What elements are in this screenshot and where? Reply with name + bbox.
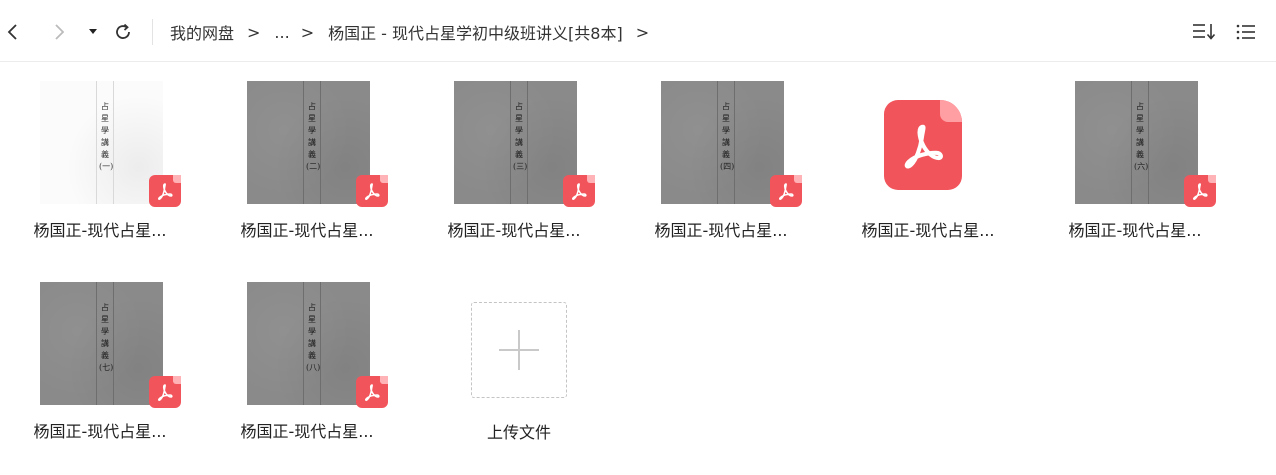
file-item[interactable]: 占星學講義(七) 杨国正-现代占星...: [0, 263, 200, 453]
file-item[interactable]: 占星學講義(四) 杨国正-现代占星...: [621, 62, 821, 252]
pdf-badge: [149, 175, 181, 207]
file-thumb-wrap: 占星學講義(四): [621, 62, 821, 207]
breadcrumb: 我的网盘 > ... > 杨国正 - 现代占星学初中级班讲义[共8本] >: [170, 20, 663, 44]
file-name: 杨国正-现代占星...: [33, 422, 167, 441]
history-dropdown-button[interactable]: [86, 20, 100, 44]
breadcrumb-separator: >: [635, 22, 650, 42]
binding-line: [96, 282, 97, 405]
upload-label: 上传文件: [486, 423, 551, 442]
pdf-badge: [563, 175, 595, 207]
scan-title-text: 占星學講義(七): [99, 303, 114, 372]
binding-line: [1131, 81, 1132, 204]
file-thumbnail: 占星學講義(三): [454, 81, 577, 204]
binding-line: [527, 81, 528, 204]
caret-down-icon: [89, 29, 97, 34]
file-thumb-wrap: 占星學講義(一): [0, 62, 200, 207]
file-thumb-wrap: [828, 62, 1028, 207]
file-item[interactable]: 占星學講義(二) 杨国正-现代占星...: [207, 62, 407, 252]
pdf-icon: [904, 124, 943, 169]
file-thumb-wrap: 占星學講義(七): [0, 263, 200, 408]
file-item[interactable]: 杨国正-现代占星...: [828, 62, 1028, 252]
pdf-badge: [770, 175, 802, 207]
breadcrumb-root[interactable]: 我的网盘: [170, 20, 234, 44]
sort-icon: [1193, 24, 1216, 40]
upload-button[interactable]: [471, 302, 567, 398]
scan-title-text: 占星學講義(一): [99, 102, 114, 171]
file-thumbnail: 占星學講義(八): [247, 282, 370, 405]
pdf-badge: [356, 376, 388, 408]
binding-line: [320, 282, 321, 405]
file-item[interactable]: 占星學講義(六) 杨国正-现代占星...: [1035, 62, 1235, 252]
file-name: 杨国正-现代占星...: [654, 221, 788, 240]
scan-title-text: 占星學講義(八): [306, 303, 321, 372]
scan-title-text: 占星學講義(四): [720, 102, 735, 171]
breadcrumb-ellipsis[interactable]: ...: [274, 23, 289, 42]
binding-line: [113, 282, 114, 405]
list-view-button[interactable]: [1234, 20, 1258, 44]
pdf-file-icon: [884, 100, 962, 190]
file-thumb-wrap: 占星學講義(三): [414, 62, 614, 207]
binding-line: [113, 81, 114, 204]
back-button[interactable]: [4, 20, 22, 44]
refresh-icon: [116, 23, 130, 39]
breadcrumb-separator: >: [247, 22, 261, 42]
binding-line: [1148, 81, 1149, 204]
binding-line: [734, 81, 735, 204]
pdf-icon: [779, 183, 794, 200]
file-thumbnail: 占星學講義(二): [247, 81, 370, 204]
pdf-badge: [1184, 175, 1216, 207]
file-thumb-wrap: 占星學講義(六): [1035, 62, 1235, 207]
file-thumbnail: 占星學講義(一): [40, 81, 163, 204]
breadcrumb-current-folder[interactable]: 杨国正 - 现代占星学初中级班讲义[共8本]: [328, 20, 623, 44]
pdf-icon: [572, 183, 587, 200]
file-item[interactable]: 占星學講義(三) 杨国正-现代占星...: [414, 62, 614, 252]
chevron-right-icon: [55, 24, 65, 40]
refresh-button[interactable]: [112, 20, 134, 44]
file-item[interactable]: 占星學講義(八) 杨国正-现代占星...: [207, 263, 407, 453]
file-name: 杨国正-现代占星...: [447, 221, 581, 240]
toolbar-divider: [152, 19, 153, 45]
file-item[interactable]: 占星學講義(一) 杨国正-现代占星...: [0, 62, 200, 252]
forward-button[interactable]: [50, 20, 68, 44]
toolbar: 我的网盘 > ... > 杨国正 - 现代占星学初中级班讲义[共8本] >: [0, 0, 1276, 62]
pdf-icon: [365, 384, 380, 401]
sort-button[interactable]: [1190, 20, 1218, 44]
plus-icon: [499, 330, 539, 370]
pdf-badge: [149, 376, 181, 408]
pdf-icon: [1193, 183, 1208, 200]
file-name: 杨国正-现代占星...: [240, 422, 374, 441]
file-thumbnail: 占星學講義(六): [1075, 81, 1198, 204]
binding-line: [320, 81, 321, 204]
file-thumb-wrap: 占星學講義(二): [207, 62, 407, 207]
file-name: 杨国正-现代占星...: [240, 221, 374, 240]
scan-title-text: 占星學講義(三): [513, 102, 528, 171]
scan-title-text: 占星學講義(二): [306, 102, 321, 171]
file-name: 杨国正-现代占星...: [1068, 221, 1202, 240]
list-view-icon: [1236, 24, 1255, 40]
scan-title-text: 占星學講義(六): [1134, 102, 1149, 171]
file-thumbnail: 占星學講義(四): [661, 81, 784, 204]
binding-line: [717, 81, 718, 204]
binding-line: [96, 81, 97, 204]
binding-line: [510, 81, 511, 204]
binding-line: [303, 282, 304, 405]
file-thumb-wrap: 占星學講義(八): [207, 263, 407, 408]
pdf-badge: [356, 175, 388, 207]
file-thumbnail: 占星學講義(七): [40, 282, 163, 405]
binding-line: [303, 81, 304, 204]
chevron-left-icon: [7, 24, 17, 40]
file-name: 杨国正-现代占星...: [861, 221, 995, 240]
breadcrumb-separator: >: [300, 22, 315, 42]
pdf-icon: [365, 183, 380, 200]
pdf-icon: [158, 384, 173, 401]
file-name: 杨国正-现代占星...: [33, 221, 167, 240]
pdf-icon: [158, 183, 173, 200]
